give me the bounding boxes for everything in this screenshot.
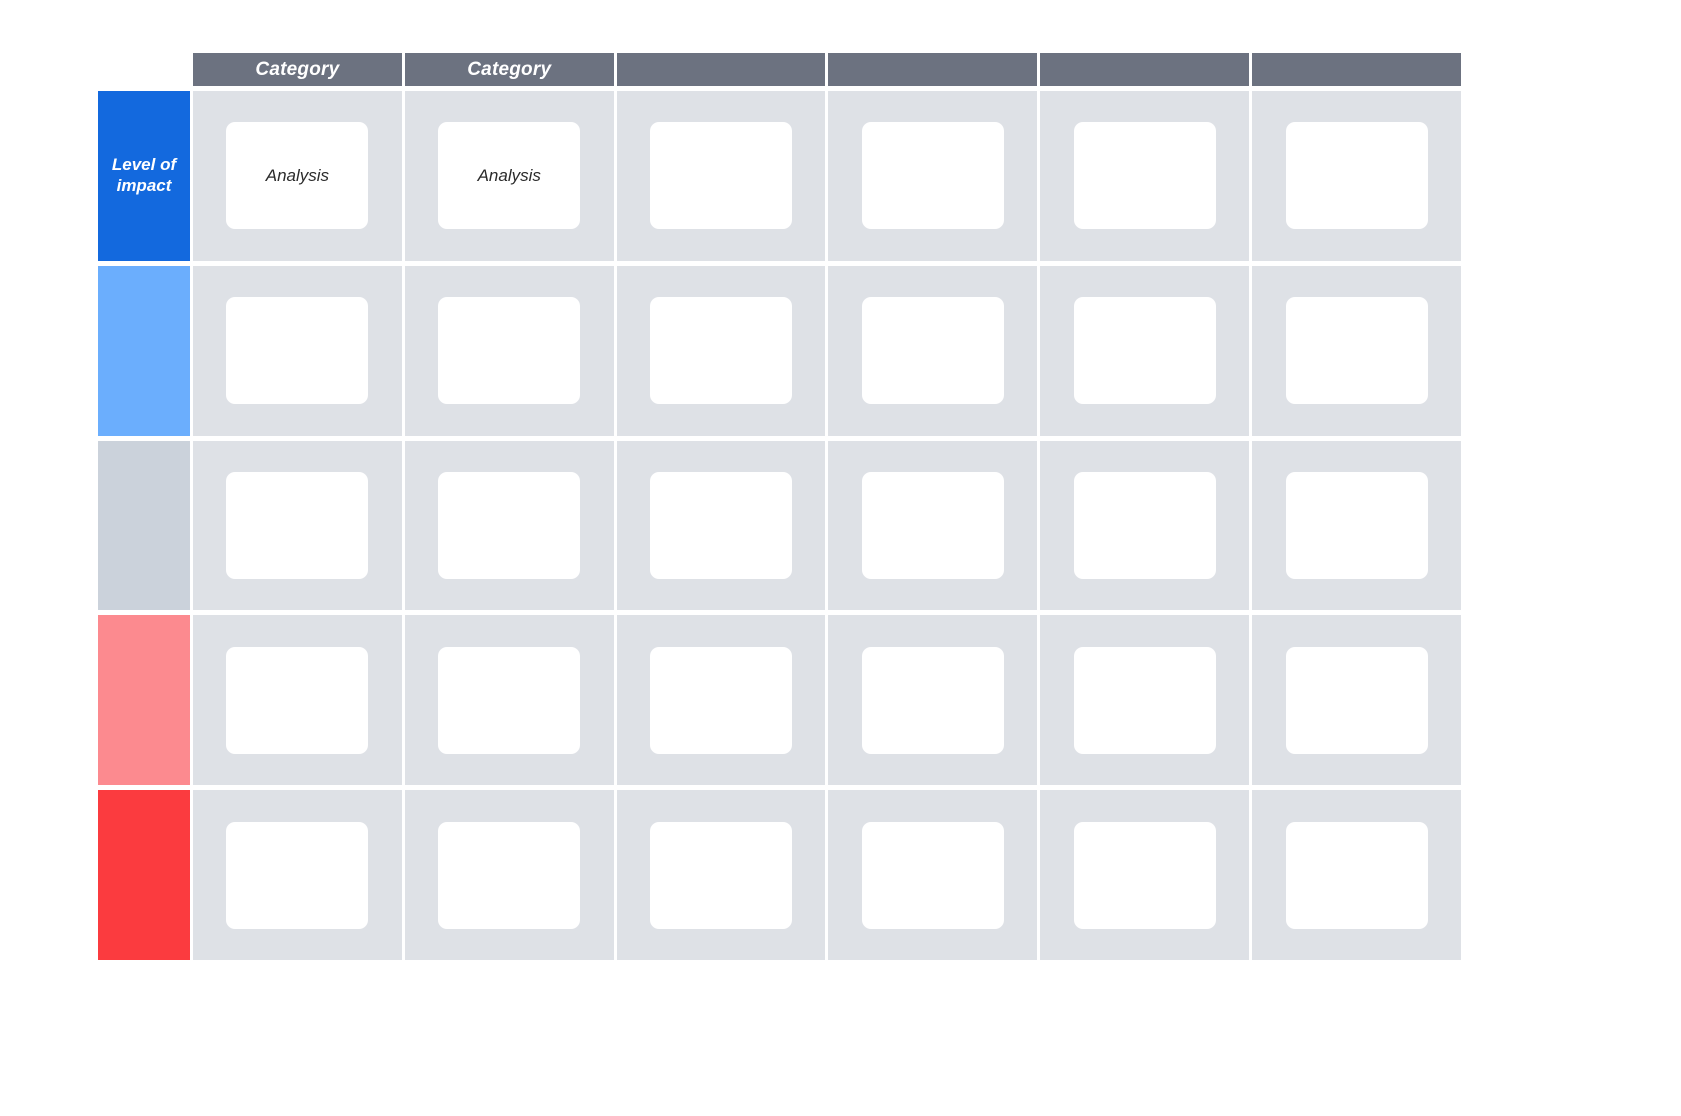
row-label-1[interactable]: Level of impact bbox=[98, 91, 190, 261]
matrix-cell-r5c5[interactable] bbox=[1040, 790, 1250, 960]
analysis-card[interactable] bbox=[861, 472, 1004, 579]
analysis-card[interactable] bbox=[861, 646, 1004, 754]
row-label-2[interactable] bbox=[98, 265, 190, 436]
analysis-card[interactable] bbox=[650, 821, 793, 929]
analysis-card[interactable]: Analysis bbox=[438, 122, 581, 230]
analysis-card[interactable] bbox=[226, 821, 369, 929]
matrix-cell-r3c3[interactable] bbox=[616, 440, 826, 611]
analysis-card-text: Analysis bbox=[477, 165, 541, 185]
matrix-cell-r5c3[interactable] bbox=[616, 790, 826, 960]
matrix-cell-r2c5[interactable] bbox=[1040, 265, 1250, 436]
matrix-cell-r1c6[interactable] bbox=[1252, 91, 1461, 261]
analysis-card[interactable] bbox=[438, 646, 581, 754]
matrix-cell-r5c1[interactable] bbox=[193, 790, 402, 960]
analysis-card[interactable]: Analysis bbox=[226, 122, 369, 230]
row-label-5[interactable] bbox=[98, 790, 190, 960]
row-label-4[interactable] bbox=[98, 615, 190, 786]
matrix-cell-r3c2[interactable] bbox=[404, 440, 614, 611]
matrix-cell-r2c3[interactable] bbox=[616, 265, 826, 436]
analysis-card[interactable] bbox=[650, 472, 793, 579]
analysis-card[interactable] bbox=[1285, 297, 1428, 405]
analysis-card[interactable] bbox=[438, 472, 581, 579]
matrix-cell-r4c4[interactable] bbox=[828, 615, 1038, 786]
matrix-cell-r3c4[interactable] bbox=[828, 440, 1038, 611]
analysis-card[interactable] bbox=[1073, 472, 1216, 579]
matrix-cell-r3c6[interactable] bbox=[1252, 440, 1461, 611]
matrix-cell-r4c6[interactable] bbox=[1252, 615, 1461, 786]
matrix-cell-r5c2[interactable] bbox=[404, 790, 614, 960]
matrix-cell-r5c6[interactable] bbox=[1252, 790, 1461, 960]
matrix-cell-r4c3[interactable] bbox=[616, 615, 826, 786]
column-header-5[interactable] bbox=[1040, 53, 1250, 86]
analysis-card[interactable] bbox=[438, 297, 581, 405]
matrix-corner-blank bbox=[98, 53, 190, 86]
matrix-cell-r1c3[interactable] bbox=[616, 91, 826, 261]
analysis-card[interactable] bbox=[1285, 472, 1428, 579]
analysis-card[interactable] bbox=[861, 297, 1004, 405]
matrix-cell-r3c5[interactable] bbox=[1040, 440, 1250, 611]
analysis-card[interactable] bbox=[650, 646, 793, 754]
matrix-cell-r1c1[interactable]: Analysis bbox=[193, 91, 402, 261]
analysis-card[interactable] bbox=[226, 297, 369, 405]
column-header-6[interactable] bbox=[1252, 53, 1461, 86]
matrix-cell-r4c2[interactable] bbox=[404, 615, 614, 786]
analysis-card[interactable] bbox=[1073, 821, 1216, 929]
matrix-grid: Category Category Level of impact Analysi… bbox=[98, 53, 1461, 960]
row-label-3[interactable] bbox=[98, 440, 190, 611]
matrix-cell-r2c1[interactable] bbox=[193, 265, 402, 436]
matrix-cell-r4c1[interactable] bbox=[193, 615, 402, 786]
analysis-card[interactable] bbox=[1073, 122, 1216, 230]
analysis-card[interactable] bbox=[861, 821, 1004, 929]
analysis-card[interactable] bbox=[226, 646, 369, 754]
column-header-4[interactable] bbox=[828, 53, 1038, 86]
column-header-1[interactable]: Category bbox=[193, 53, 402, 86]
analysis-card[interactable] bbox=[1073, 297, 1216, 405]
analysis-card[interactable] bbox=[861, 122, 1004, 230]
analysis-card[interactable] bbox=[1073, 646, 1216, 754]
column-header-3[interactable] bbox=[616, 53, 826, 86]
impact-category-matrix: Category Category Level of impact Analysi… bbox=[98, 53, 1461, 960]
analysis-card[interactable] bbox=[650, 122, 793, 230]
matrix-cell-r2c2[interactable] bbox=[404, 265, 614, 436]
analysis-card-text: Analysis bbox=[265, 165, 330, 185]
analysis-card[interactable] bbox=[1285, 122, 1428, 230]
analysis-card[interactable] bbox=[226, 472, 369, 579]
analysis-card[interactable] bbox=[438, 821, 581, 929]
matrix-cell-r2c6[interactable] bbox=[1252, 265, 1461, 436]
column-header-1-label: Category bbox=[255, 59, 340, 80]
analysis-card[interactable] bbox=[1285, 646, 1428, 754]
analysis-card[interactable] bbox=[650, 297, 793, 405]
matrix-cell-r4c5[interactable] bbox=[1040, 615, 1250, 786]
matrix-cell-r1c4[interactable] bbox=[828, 91, 1038, 261]
matrix-cell-r3c1[interactable] bbox=[193, 440, 402, 611]
column-header-2-label: Category bbox=[467, 59, 552, 80]
matrix-cell-r1c2[interactable]: Analysis bbox=[404, 91, 614, 261]
analysis-card[interactable] bbox=[1285, 821, 1428, 929]
matrix-cell-r2c4[interactable] bbox=[828, 265, 1038, 436]
row-label-1-text: Level of impact bbox=[111, 155, 177, 195]
column-header-2[interactable]: Category bbox=[404, 53, 614, 86]
matrix-cell-r1c5[interactable] bbox=[1040, 91, 1250, 261]
matrix-cell-r5c4[interactable] bbox=[828, 790, 1038, 960]
